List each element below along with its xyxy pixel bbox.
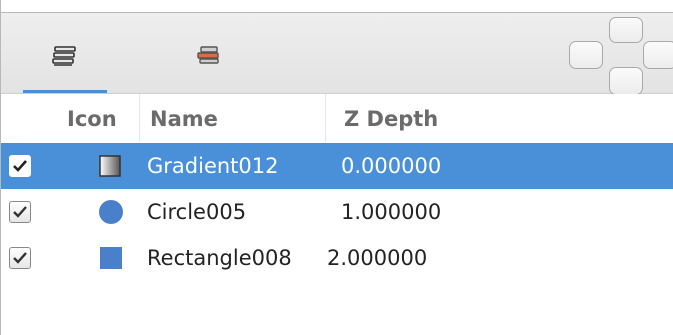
layer-row[interactable]: Circle005 1.000000: [1, 189, 673, 235]
icon-column-label: Icon: [67, 107, 117, 131]
gradient-icon: [99, 155, 121, 177]
nudge-right-button[interactable]: [643, 41, 673, 69]
nudge-down-button[interactable]: [609, 67, 643, 95]
layer-row[interactable]: Gradient012 0.000000: [1, 143, 673, 189]
checkmark-icon: [13, 160, 27, 172]
visibility-checkbox[interactable]: [9, 201, 31, 223]
name-column-header[interactable]: Name: [139, 94, 325, 142]
visibility-checkbox[interactable]: [9, 247, 31, 269]
layer-z-depth: 0.000000: [341, 154, 442, 178]
visibility-checkbox[interactable]: [9, 155, 31, 177]
z-depth-column-label: Z Depth: [344, 107, 439, 131]
layer-name: Gradient012: [147, 154, 279, 178]
checkmark-icon: [13, 206, 27, 218]
tab-library[interactable]: [167, 13, 251, 93]
nudge-up-button[interactable]: [609, 17, 643, 43]
tab-layers[interactable]: [23, 13, 107, 93]
nudge-left-button[interactable]: [569, 41, 603, 69]
top-edge: [1, 0, 673, 12]
layer-name: Circle005: [147, 200, 247, 224]
rectangle-icon: [100, 247, 122, 269]
nudge-control: [569, 17, 673, 97]
layers-panel: Icon Name Z Depth Gradient012 0.000000 C…: [0, 0, 673, 335]
layer-name: Rectangle008: [147, 246, 292, 270]
name-column-label: Name: [150, 107, 218, 131]
z-depth-column-header[interactable]: Z Depth: [325, 94, 673, 142]
panel-toolbar: [1, 12, 673, 97]
checkmark-icon: [13, 252, 27, 264]
layer-z-depth: 2.000000: [327, 246, 428, 270]
library-tab-icon: [197, 46, 219, 64]
icon-column-header[interactable]: Icon: [53, 94, 139, 142]
layers-tab-icon: [52, 46, 76, 66]
layers-table-header: Icon Name Z Depth: [1, 94, 673, 142]
layer-z-depth: 1.000000: [341, 200, 442, 224]
circle-icon: [99, 200, 123, 224]
layer-row[interactable]: Rectangle008 2.000000: [1, 235, 673, 281]
